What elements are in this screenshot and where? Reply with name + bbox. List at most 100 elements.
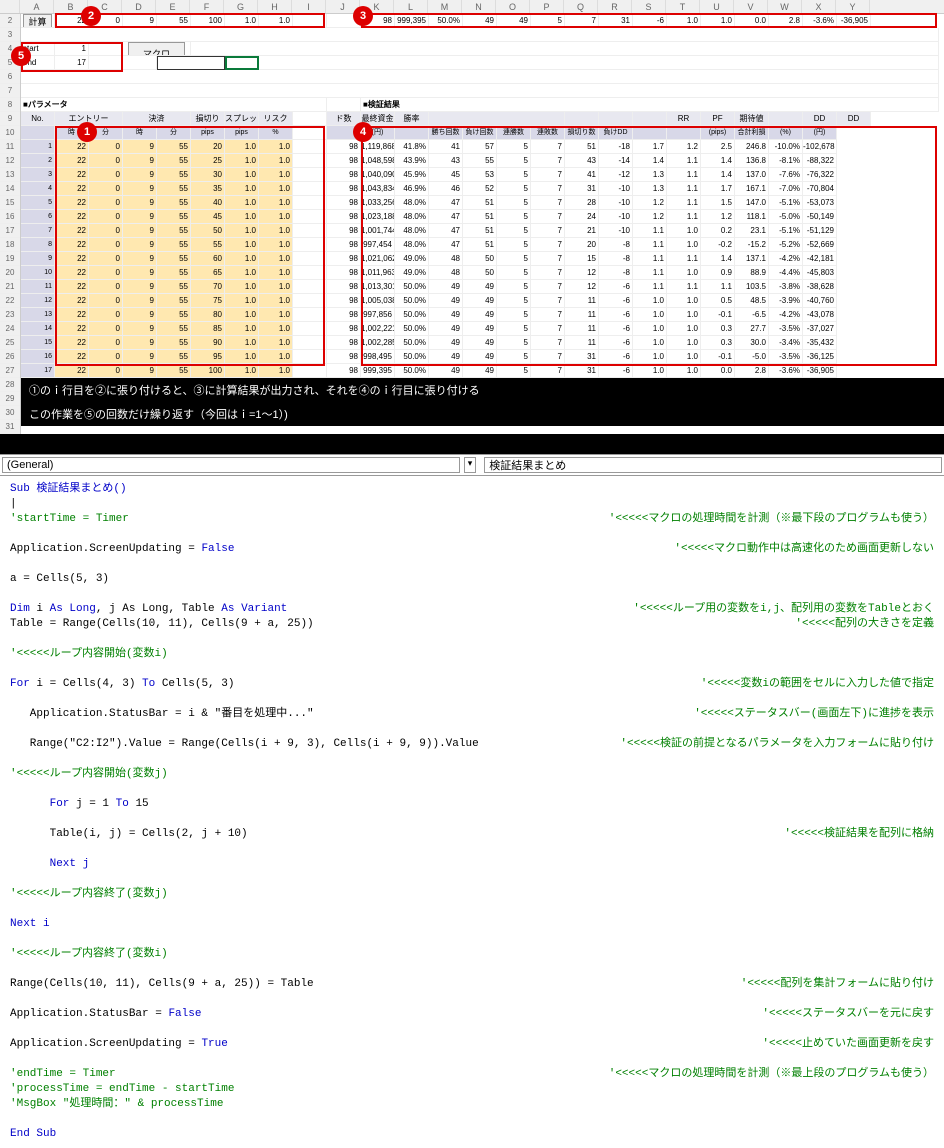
param-cell[interactable]: 22 [55,140,89,154]
param-cell[interactable]: 1.0 [225,210,259,224]
param-cell[interactable]: 0 [89,210,123,224]
param-cell[interactable]: 9 [123,294,157,308]
param-cell[interactable]: 0 [89,266,123,280]
param-cell[interactable]: 55 [191,238,225,252]
param-cell[interactable]: 55 [157,140,191,154]
param-cell[interactable]: 0 [89,196,123,210]
param-cell[interactable]: 1.0 [259,238,293,252]
param-cell[interactable]: 9 [123,266,157,280]
param-cell[interactable]: 1.0 [225,196,259,210]
param-cell[interactable]: 22 [55,252,89,266]
code-area[interactable]: Sub 検証結果まとめ()|'startTime = Timer'<<<<<マク… [0,476,944,1148]
param-cell[interactable]: 1.0 [225,224,259,238]
calc-param[interactable]: 55 [157,14,191,28]
param-cell[interactable]: 0 [89,252,123,266]
param-cell[interactable]: 55 [157,364,191,378]
param-cell[interactable]: 9 [123,196,157,210]
calc-param[interactable]: 1.0 [259,14,293,28]
param-cell[interactable]: 55 [157,238,191,252]
param-cell[interactable]: 55 [157,224,191,238]
start-value[interactable]: 1 [55,42,89,56]
param-cell[interactable]: 9 [123,140,157,154]
param-cell[interactable]: 1.0 [259,154,293,168]
param-cell[interactable]: 0 [89,322,123,336]
param-cell[interactable]: 1.0 [259,350,293,364]
param-cell[interactable]: 1.0 [225,336,259,350]
param-cell[interactable]: 55 [157,266,191,280]
param-cell[interactable]: 0 [89,238,123,252]
param-cell[interactable]: 95 [191,350,225,364]
param-cell[interactable]: 9 [123,252,157,266]
param-cell[interactable]: 1.0 [225,350,259,364]
param-cell[interactable]: 9 [123,322,157,336]
param-cell[interactable]: 22 [55,364,89,378]
param-cell[interactable]: 22 [55,294,89,308]
param-cell[interactable]: 85 [191,322,225,336]
param-cell[interactable]: 55 [157,196,191,210]
param-cell[interactable]: 22 [55,238,89,252]
param-cell[interactable]: 35 [191,182,225,196]
vba-proc-dropdown[interactable] [484,457,942,473]
param-cell[interactable]: 1.0 [259,336,293,350]
param-cell[interactable]: 1.0 [259,294,293,308]
param-cell[interactable]: 1.0 [259,182,293,196]
param-cell[interactable]: 22 [55,266,89,280]
calc-param[interactable]: 9 [123,14,157,28]
param-cell[interactable]: 22 [55,168,89,182]
param-cell[interactable]: 1.0 [225,322,259,336]
param-cell[interactable]: 22 [55,350,89,364]
param-cell[interactable]: 1.0 [259,196,293,210]
param-cell[interactable]: 50 [191,224,225,238]
param-cell[interactable]: 100 [191,364,225,378]
param-cell[interactable]: 55 [157,252,191,266]
param-cell[interactable]: 9 [123,350,157,364]
param-cell[interactable]: 9 [123,168,157,182]
param-cell[interactable]: 25 [191,154,225,168]
param-cell[interactable]: 55 [157,182,191,196]
param-cell[interactable]: 0 [89,224,123,238]
param-cell[interactable]: 60 [191,252,225,266]
param-cell[interactable]: 1.0 [259,168,293,182]
param-cell[interactable]: 0 [89,308,123,322]
calc-param[interactable]: 100 [191,14,225,28]
param-cell[interactable]: 1.0 [225,140,259,154]
param-cell[interactable]: 0 [89,140,123,154]
param-cell[interactable]: 1.0 [259,224,293,238]
param-cell[interactable]: 0 [89,154,123,168]
pane-divider[interactable] [0,434,944,454]
calc-button[interactable]: 計算 [23,14,51,28]
param-cell[interactable]: 22 [55,210,89,224]
param-cell[interactable]: 22 [55,182,89,196]
param-cell[interactable]: 55 [157,280,191,294]
param-cell[interactable]: 40 [191,196,225,210]
param-cell[interactable]: 55 [157,294,191,308]
param-cell[interactable]: 1.0 [225,308,259,322]
param-cell[interactable]: 9 [123,210,157,224]
param-cell[interactable]: 1.0 [259,364,293,378]
spreadsheet[interactable]: ABCDEFGHIJKLMNOPQRSTUVWXY 23456789101112… [0,0,944,434]
param-cell[interactable]: 9 [123,154,157,168]
param-cell[interactable]: 1.0 [259,280,293,294]
calc-param[interactable]: 1.0 [225,14,259,28]
param-cell[interactable]: 9 [123,238,157,252]
param-cell[interactable]: 55 [157,154,191,168]
param-cell[interactable]: 1.0 [225,168,259,182]
param-cell[interactable]: 22 [55,308,89,322]
param-cell[interactable]: 22 [55,224,89,238]
dropdown-icon[interactable]: ▾ [464,457,477,473]
param-cell[interactable]: 0 [89,280,123,294]
param-cell[interactable]: 20 [191,140,225,154]
param-cell[interactable]: 55 [157,210,191,224]
param-cell[interactable]: 55 [157,350,191,364]
param-cell[interactable]: 22 [55,154,89,168]
param-cell[interactable]: 1.0 [225,182,259,196]
param-cell[interactable]: 22 [55,196,89,210]
param-cell[interactable]: 22 [55,336,89,350]
param-cell[interactable]: 9 [123,280,157,294]
param-cell[interactable]: 55 [157,336,191,350]
param-cell[interactable]: 75 [191,294,225,308]
param-cell[interactable]: 9 [123,336,157,350]
param-cell[interactable]: 0 [89,336,123,350]
param-cell[interactable]: 0 [89,294,123,308]
param-cell[interactable]: 9 [123,308,157,322]
